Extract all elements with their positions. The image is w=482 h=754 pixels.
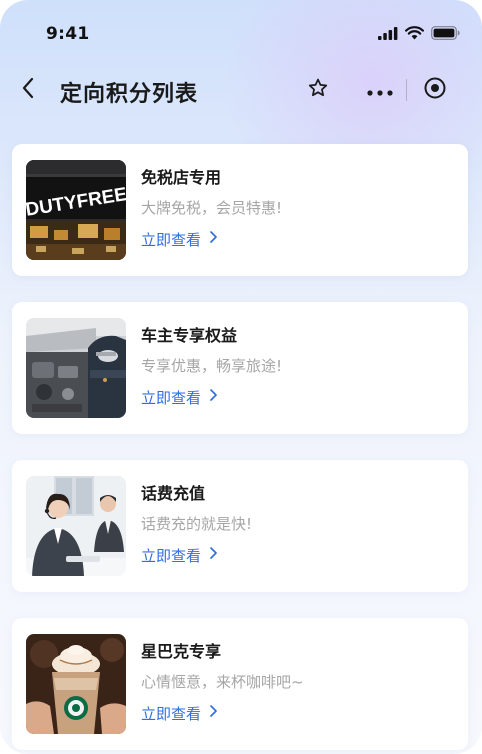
item-description: 心情惬意，来杯咖啡吧~ [141,673,304,691]
list-item[interactable]: DUTYFREE 免税店专用 大牌免税，会员特惠! 立即查看 [12,144,468,276]
item-title: 车主专享权益 [141,326,238,345]
status-bar: 9:41 [0,0,482,60]
target-close-icon [423,76,447,104]
list-item[interactable]: 车主专享权益 专享优惠，畅享旅途! 立即查看 [12,302,468,434]
call-center-photo [26,476,126,576]
chevron-right-icon [209,704,218,722]
phone-screen: 9:41 定向积分列表 DUTYFREE 免税店专用 大牌免税，会员特惠! 立即… [0,0,482,754]
more-button[interactable] [358,72,402,108]
close-button[interactable] [415,72,455,108]
chevron-left-icon [21,77,35,103]
item-description: 话费充的就是快! [141,515,253,533]
chevron-right-icon [209,230,218,248]
favorite-button[interactable] [302,74,334,106]
view-now-link[interactable]: 立即查看 [141,544,218,566]
signal-icon [378,25,398,44]
view-now-link[interactable]: 立即查看 [141,386,218,408]
view-now-label: 立即查看 [141,230,202,249]
battery-icon [431,25,460,44]
view-now-label: 立即查看 [141,388,202,407]
duty-free-store-photo: DUTYFREE [26,160,126,260]
view-now-link[interactable]: 立即查看 [141,228,218,250]
view-now-link[interactable]: 立即查看 [141,702,218,724]
item-title: 话费充值 [141,484,206,503]
capsule-divider [406,79,407,101]
car-mechanic-photo [26,318,126,418]
list-item[interactable]: 话费充值 话费充的就是快! 立即查看 [12,460,468,592]
nav-bar: 定向积分列表 [0,66,482,114]
status-icons [378,25,460,44]
item-title: 免税店专用 [141,168,222,187]
wifi-icon [405,25,424,44]
chevron-right-icon [209,388,218,406]
item-title: 星巴克专享 [141,642,222,661]
view-now-label: 立即查看 [141,704,202,723]
back-button[interactable] [12,74,44,106]
more-dots-icon [367,81,393,100]
star-outline-icon [307,77,329,103]
list-item[interactable]: 星巴克专享 心情惬意，来杯咖啡吧~ 立即查看 [12,618,468,750]
starbucks-drink-photo [26,634,126,734]
status-time: 9:41 [46,24,90,44]
page-title: 定向积分列表 [60,82,199,107]
item-description: 大牌免税，会员特惠! [141,199,283,217]
mini-program-capsule [358,72,460,108]
view-now-label: 立即查看 [141,546,202,565]
chevron-right-icon [209,546,218,564]
item-description: 专享优惠，畅享旅途! [141,357,283,375]
